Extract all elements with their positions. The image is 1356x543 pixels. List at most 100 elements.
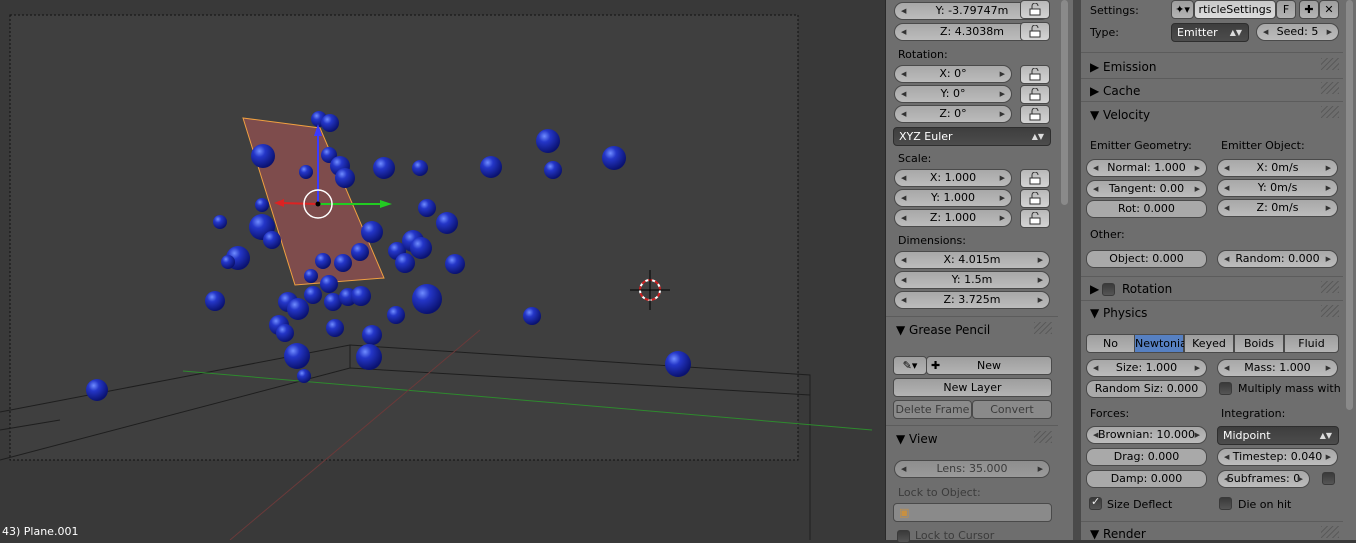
scale-z-lock-button[interactable] <box>1020 209 1050 228</box>
physics-panel-header[interactable]: ▼ Physics <box>1090 306 1147 320</box>
physics-type-fluid[interactable]: Fluid <box>1284 334 1339 353</box>
location-y-lock-button[interactable] <box>1020 0 1050 19</box>
drag-slider[interactable]: Drag: 0.000 <box>1086 448 1207 466</box>
scale-x-field[interactable]: ◀ X: 1.000 ▶ <box>894 169 1012 187</box>
object-z-velocity-field[interactable]: ◀ Z: 0m/s ▶ <box>1217 199 1338 217</box>
plus-icon: ✚ <box>931 359 941 372</box>
delete-frame-button[interactable]: Delete Frame <box>893 400 972 419</box>
location-z-lock-button[interactable] <box>1020 22 1050 41</box>
panel-grip-icon[interactable] <box>1321 82 1339 94</box>
type-dropdown[interactable]: Emitter ▲▼ <box>1171 23 1249 42</box>
rotation-enable-checkbox[interactable] <box>1102 283 1115 296</box>
integration-dropdown[interactable]: Midpoint ▲▼ <box>1217 426 1339 445</box>
integration-label: Integration: <box>1221 407 1286 420</box>
other-label: Other: <box>1090 228 1125 241</box>
cube-icon: ▣ <box>899 506 910 519</box>
rotation-x-field[interactable]: ◀ X: 0° ▶ <box>894 65 1012 83</box>
scale-x-lock-button[interactable] <box>1020 169 1050 188</box>
panel-grip-icon[interactable] <box>1321 106 1339 118</box>
adaptive-subframes-checkbox[interactable] <box>1322 472 1335 485</box>
object-velocity-slider[interactable]: Object: 0.000 <box>1086 250 1207 268</box>
viewport-status-text: 43) Plane.001 <box>2 525 79 538</box>
physics-type-newtonian[interactable]: Newtonia <box>1134 334 1187 353</box>
subframes-field[interactable]: ◀ Subframes: 0 ▶ <box>1217 470 1310 488</box>
random-velocity-field[interactable]: ◀ Random: 0.000 ▶ <box>1217 250 1338 268</box>
lock-icon <box>1029 212 1041 225</box>
die-on-hit-label: Die on hit <box>1238 498 1292 511</box>
dimensions-x-field[interactable]: ◀ X: 4.015m ▶ <box>894 251 1050 269</box>
multiply-mass-checkbox[interactable] <box>1219 382 1232 395</box>
3d-viewport[interactable]: 43) Plane.001 <box>0 0 885 540</box>
convert-button[interactable]: Convert <box>972 400 1052 419</box>
remove-settings-button[interactable]: ✕ <box>1319 0 1339 19</box>
n-panel-scrollbar[interactable] <box>1058 0 1070 540</box>
type-label: Type: <box>1090 26 1119 39</box>
mass-field[interactable]: ◀ Mass: 1.000 ▶ <box>1217 359 1338 377</box>
velocity-panel-header[interactable]: ▼ Velocity <box>1090 108 1150 122</box>
normal-velocity-field[interactable]: ◀ Normal: 1.000 ▶ <box>1086 159 1207 177</box>
properties-n-panel: ◀Y: -3.79747m▶ ◀Z: 4.3038m▶ Rotation: ◀X… <box>885 0 1073 543</box>
scale-y-field[interactable]: ◀ Y: 1.000 ▶ <box>894 189 1012 207</box>
close-icon: ✕ <box>1324 3 1334 16</box>
panel-grip-icon[interactable] <box>1321 58 1339 70</box>
rotation-z-field[interactable]: ◀ Z: 0° ▶ <box>894 105 1012 123</box>
particle-size-field[interactable]: ◀ Size: 1.000 ▶ <box>1086 359 1207 377</box>
brownian-field[interactable]: ◀ Brownian: 10.000 ▶ <box>1086 426 1207 444</box>
size-deflect-checkbox[interactable] <box>1089 495 1102 510</box>
tangent-rotation-slider[interactable]: Rot: 0.000 <box>1086 200 1207 218</box>
lock-icon <box>1029 192 1041 205</box>
properties-scrollbar[interactable] <box>1343 0 1356 540</box>
timestep-field[interactable]: ◀ Timestep: 0.040 ▶ <box>1217 448 1338 466</box>
cache-panel-header[interactable]: ▶ Cache <box>1090 84 1140 98</box>
panel-grip-icon[interactable] <box>1321 281 1339 293</box>
physics-type-keyed[interactable]: Keyed <box>1184 334 1234 353</box>
panel-grip-icon[interactable] <box>1034 322 1052 334</box>
dimensions-y-field[interactable]: ◀ Y: 1.5m ▶ <box>894 271 1050 289</box>
seed-field[interactable]: ◀ Seed: 5 ▶ <box>1256 23 1339 41</box>
forces-label: Forces: <box>1090 407 1130 420</box>
rotation-y-lock-button[interactable] <box>1020 85 1050 104</box>
physics-type-boids[interactable]: Boids <box>1234 334 1284 353</box>
scale-z-field[interactable]: ◀ Z: 1.000 ▶ <box>894 209 1012 227</box>
lens-field[interactable]: ◀ Lens: 35.000 ▶ <box>894 460 1050 478</box>
plus-icon: ✚ <box>1304 3 1314 16</box>
viewport-canvas[interactable] <box>0 0 885 540</box>
tangent-velocity-field[interactable]: ◀ Tangent: 0.00 ▶ <box>1086 180 1207 198</box>
object-y-velocity-field[interactable]: ◀ Y: 0m/s ▶ <box>1217 179 1338 197</box>
panel-grip-icon[interactable] <box>1034 431 1052 443</box>
rotation-y-field[interactable]: ◀ Y: 0° ▶ <box>894 85 1012 103</box>
emission-panel-header[interactable]: ▶ Emission <box>1090 60 1156 74</box>
lock-icon <box>1029 172 1041 185</box>
particle-settings-icon[interactable]: ✦▾ <box>1171 0 1194 19</box>
pencil-icon[interactable]: ✎▾ <box>893 356 927 375</box>
emitter-object-label: Emitter Object: <box>1221 139 1305 152</box>
panel-grip-icon[interactable] <box>1321 305 1339 317</box>
fake-user-button[interactable]: F <box>1276 0 1296 19</box>
lock-icon <box>1029 108 1041 121</box>
dimensions-z-field[interactable]: ◀ Z: 3.725m ▶ <box>894 291 1050 309</box>
rotation-z-lock-button[interactable] <box>1020 105 1050 124</box>
grease-pencil-panel-header[interactable]: ▼ Grease Pencil <box>896 323 990 337</box>
lock-to-object-label: Lock to Object: <box>898 486 981 499</box>
particle-settings-name-field[interactable]: rticleSettings <box>1194 0 1276 19</box>
render-panel-header[interactable]: ▼ Render <box>1090 527 1146 541</box>
scale-y-lock-button[interactable] <box>1020 189 1050 208</box>
physics-type-no[interactable]: No <box>1086 334 1135 353</box>
add-settings-button[interactable]: ✚ <box>1299 0 1319 19</box>
new-gpencil-button[interactable]: ✚ New <box>926 356 1052 375</box>
die-on-hit-checkbox[interactable] <box>1219 497 1232 510</box>
lock-to-cursor-checkbox[interactable] <box>897 530 910 543</box>
rotation-mode-dropdown[interactable]: XYZ Euler ▲▼ <box>893 127 1051 146</box>
view-panel-header[interactable]: ▼ View <box>896 432 938 446</box>
rotation-x-lock-button[interactable] <box>1020 65 1050 84</box>
rotation-panel-header[interactable]: ▶ <box>1090 282 1099 296</box>
panel-grip-icon[interactable] <box>1321 526 1339 538</box>
random-size-slider[interactable]: Random Siz: 0.000 <box>1086 380 1207 398</box>
scale-label: Scale: <box>898 152 932 165</box>
object-x-velocity-field[interactable]: ◀ X: 0m/s ▶ <box>1217 159 1338 177</box>
new-layer-button[interactable]: New Layer <box>893 378 1052 397</box>
lock-icon <box>1029 25 1041 38</box>
lock-to-object-field[interactable]: ▣ <box>893 503 1052 522</box>
damp-slider[interactable]: Damp: 0.000 <box>1086 470 1207 488</box>
rotation-panel-title: Rotation <box>1122 282 1173 296</box>
